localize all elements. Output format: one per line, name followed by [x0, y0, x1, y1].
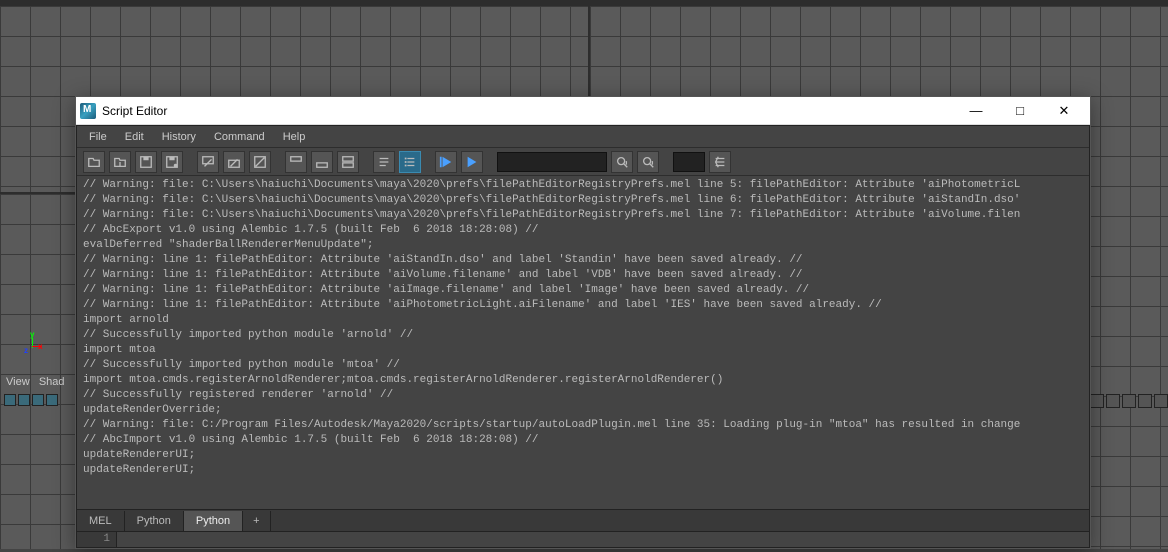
- viewport-menu-view[interactable]: View: [6, 376, 30, 388]
- echo-all-button[interactable]: [373, 151, 395, 173]
- clear-all-button[interactable]: [249, 151, 271, 173]
- window-title: Script Editor: [102, 104, 954, 118]
- search-up-button[interactable]: [637, 151, 659, 173]
- save-script-button[interactable]: [135, 151, 157, 173]
- viewport-right-icons: [1090, 394, 1168, 408]
- axis-x-icon: x: [38, 342, 42, 351]
- viewport-icon[interactable]: [1138, 394, 1152, 408]
- viewport-icon[interactable]: [1106, 394, 1120, 408]
- input-area: 1: [77, 531, 1089, 547]
- source-script-button[interactable]: [109, 151, 131, 173]
- titlebar[interactable]: Script Editor — □ ✕: [76, 97, 1090, 125]
- viewport-icon[interactable]: [1122, 394, 1136, 408]
- axis-gizmo: y x z: [20, 330, 40, 350]
- tab-bar: MEL Python Python +: [77, 509, 1089, 531]
- window-body: File Edit History Command Help: [76, 125, 1090, 548]
- output-pane[interactable]: // Warning: file: C:\Users\haiuchi\Docum…: [77, 176, 1089, 509]
- maximize-button[interactable]: □: [998, 97, 1042, 125]
- clear-input-button[interactable]: [223, 151, 245, 173]
- minimize-button[interactable]: —: [954, 97, 998, 125]
- viewport-icon[interactable]: [4, 394, 16, 406]
- tab-mel[interactable]: MEL: [77, 511, 125, 531]
- search-input[interactable]: [497, 152, 607, 172]
- menu-file[interactable]: File: [81, 129, 115, 145]
- line-number-gutter: 1: [77, 532, 117, 547]
- tab-python-1[interactable]: Python: [125, 511, 184, 531]
- menu-history[interactable]: History: [154, 129, 204, 145]
- show-both-button[interactable]: [337, 151, 359, 173]
- viewport-left-icons: [4, 394, 58, 406]
- menu-command[interactable]: Command: [206, 129, 273, 145]
- script-editor-window: Script Editor — □ ✕ File Edit History Co…: [75, 96, 1091, 549]
- viewport-icon[interactable]: [32, 394, 44, 406]
- line-numbers-button[interactable]: [399, 151, 421, 173]
- viewport-icon[interactable]: [18, 394, 30, 406]
- menubar: File Edit History Command Help: [77, 126, 1089, 148]
- show-history-button[interactable]: [285, 151, 307, 173]
- viewport-icon[interactable]: [1090, 394, 1104, 408]
- clear-history-button[interactable]: [197, 151, 219, 173]
- viewport-menu[interactable]: View Shad: [6, 376, 65, 388]
- execute-all-button[interactable]: [461, 151, 483, 173]
- viewport-menu-shading[interactable]: Shad: [39, 376, 65, 388]
- axis-z-icon: z: [24, 346, 28, 355]
- viewport-icon[interactable]: [1154, 394, 1168, 408]
- maya-logo-icon: [80, 103, 96, 119]
- toolbar: [77, 148, 1089, 176]
- execute-button[interactable]: [435, 151, 457, 173]
- menu-help[interactable]: Help: [275, 129, 314, 145]
- tab-python-2[interactable]: Python: [184, 511, 243, 531]
- viewport-icon[interactable]: [46, 394, 58, 406]
- script-input[interactable]: [117, 532, 1089, 547]
- goto-line-input[interactable]: [673, 152, 705, 172]
- menu-edit[interactable]: Edit: [117, 129, 152, 145]
- goto-line-button[interactable]: [709, 151, 731, 173]
- close-button[interactable]: ✕: [1042, 97, 1086, 125]
- show-input-button[interactable]: [311, 151, 333, 173]
- search-down-button[interactable]: [611, 151, 633, 173]
- tab-add[interactable]: +: [243, 511, 270, 531]
- axis-y-icon: y: [30, 330, 34, 339]
- save-to-shelf-button[interactable]: [161, 151, 183, 173]
- open-script-button[interactable]: [83, 151, 105, 173]
